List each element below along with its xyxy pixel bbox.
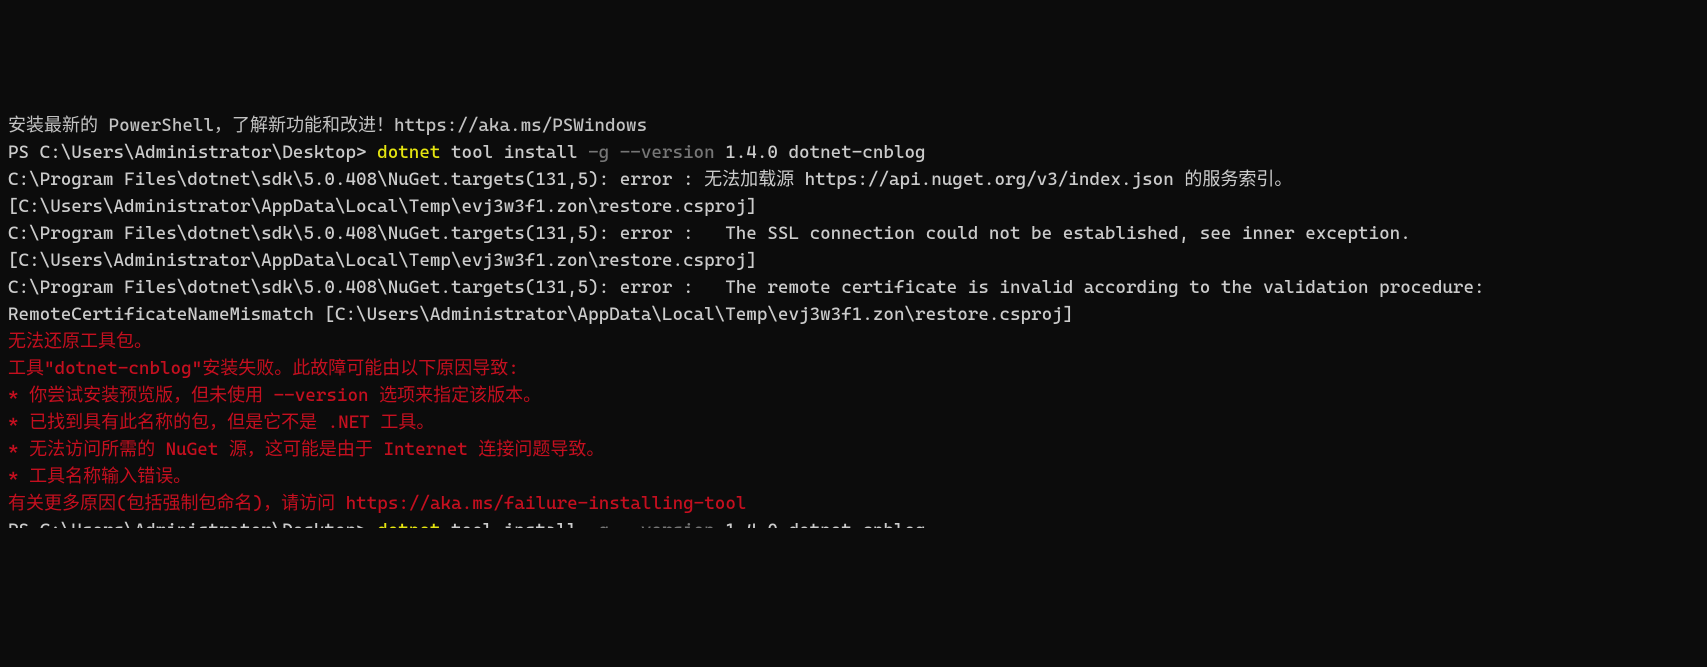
cmd-space xyxy=(609,142,620,163)
error-output-line: C:\Program Files\dotnet\sdk\5.0.408\NuGe… xyxy=(8,274,1699,328)
ps-prompt: PS C:\Users\Administrator\Desktop> xyxy=(8,520,377,528)
cmd-args: 1.4.0 dotnet-cnblog xyxy=(715,142,926,163)
cmd-executable: dotnet xyxy=(377,520,440,528)
cmd-flag: -g xyxy=(588,520,609,528)
error-output-line: C:\Program Files\dotnet\sdk\5.0.408\NuGe… xyxy=(8,166,1699,220)
cmd-space xyxy=(609,520,620,528)
cmd-flag: --version xyxy=(620,520,715,528)
terminal-output[interactable]: 安装最新的 PowerShell，了解新功能和改进！https://aka.ms… xyxy=(8,112,1699,528)
cmd-args: 1.4.0 dotnet-cnblog xyxy=(715,520,926,528)
ps-prompt: PS C:\Users\Administrator\Desktop> xyxy=(8,142,377,163)
error-bullet-line: * 你尝试安装预览版，但未使用 --version 选项来指定该版本。 xyxy=(8,382,1699,409)
error-output-line: C:\Program Files\dotnet\sdk\5.0.408\NuGe… xyxy=(8,220,1699,274)
command-line-1: PS C:\Users\Administrator\Desktop> dotne… xyxy=(8,139,1699,166)
error-bullet-line: * 无法访问所需的 NuGet 源，这可能是由于 Internet 连接问题导致… xyxy=(8,436,1699,463)
cmd-args: tool install xyxy=(440,142,588,163)
cmd-flag: --version xyxy=(620,142,715,163)
cmd-args: tool install xyxy=(440,520,588,528)
error-bullet-line: * 已找到具有此名称的包，但是它不是 .NET 工具。 xyxy=(8,409,1699,436)
error-message-line: 无法还原工具包。 xyxy=(8,328,1699,355)
cmd-flag: -g xyxy=(588,142,609,163)
cmd-executable: dotnet xyxy=(377,142,440,163)
error-bullet-line: * 工具名称输入错误。 xyxy=(8,463,1699,490)
truncated-header-line: 安装最新的 PowerShell，了解新功能和改进！https://aka.ms… xyxy=(8,112,1699,139)
error-link-line: 有关更多原因(包括强制包命名)，请访问 https://aka.ms/failu… xyxy=(8,490,1699,517)
error-message-line: 工具"dotnet-cnblog"安装失败。此故障可能由以下原因导致: xyxy=(8,355,1699,382)
